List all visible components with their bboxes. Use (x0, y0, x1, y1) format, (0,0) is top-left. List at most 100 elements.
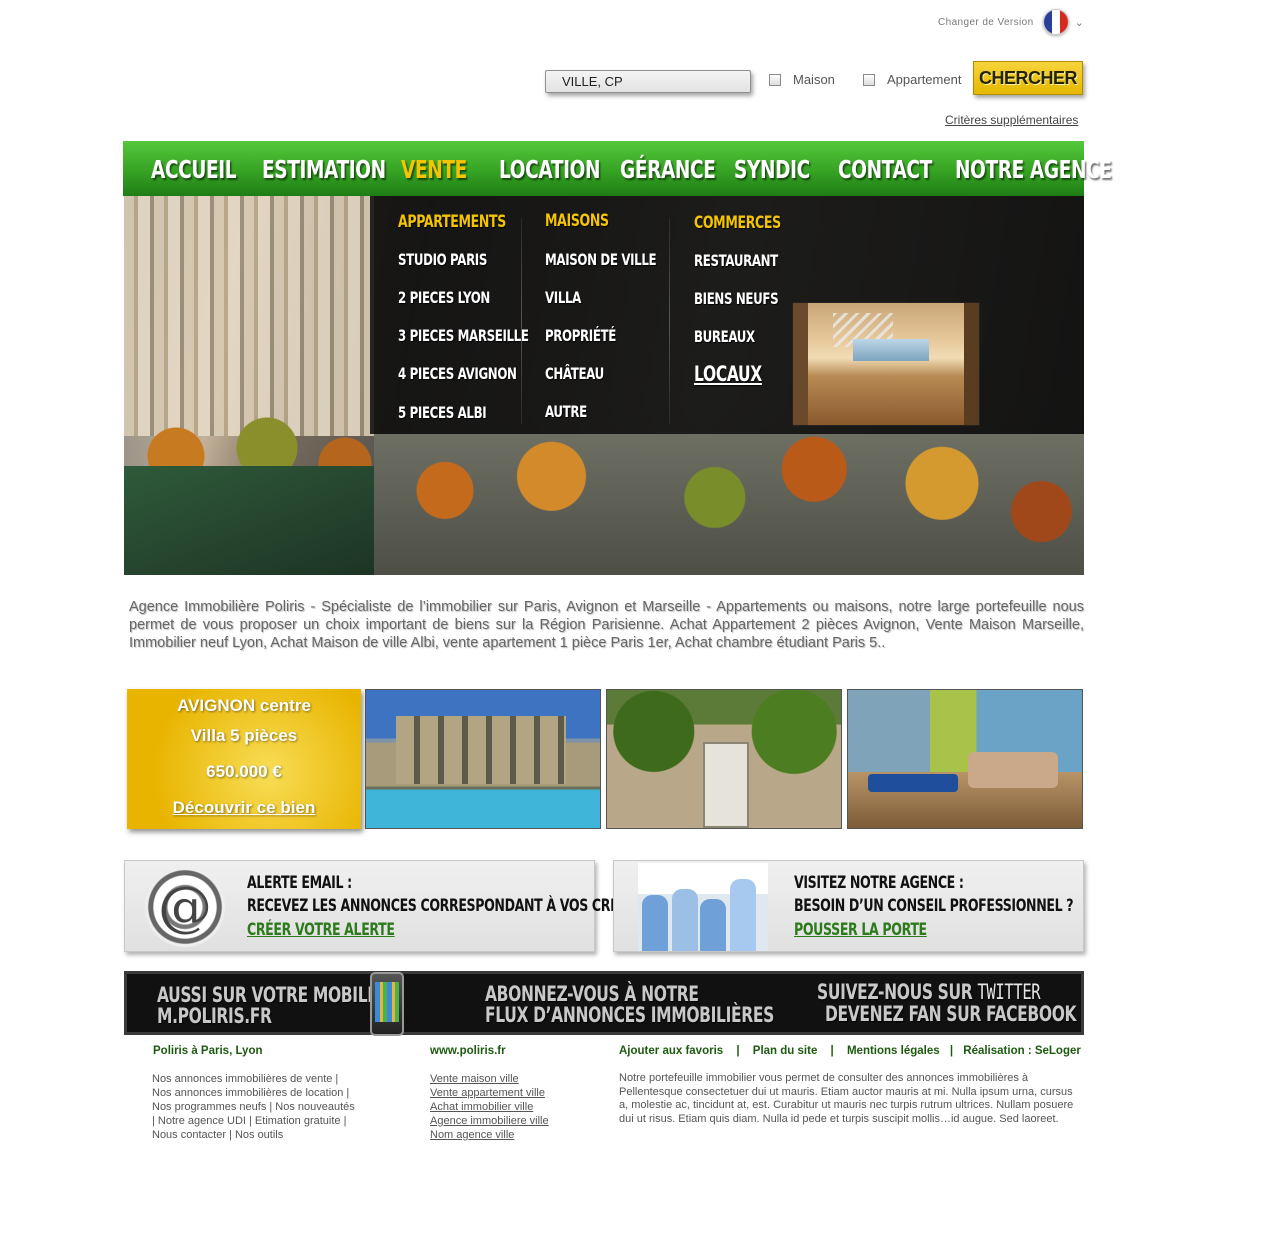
footer-separator: | (736, 1045, 740, 1057)
footer-col1: Nos annonces immobilières de vente | Nos… (152, 1072, 372, 1142)
footer-line[interactable]: Nous contacter | Nos outils (152, 1128, 372, 1142)
footer-line[interactable]: Nos annonces immobilières de vente | (152, 1072, 372, 1086)
credits-link[interactable]: Réalisation : SeLoger (963, 1045, 1081, 1057)
featured-listing-card[interactable]: AVIGNON centre Villa 5 pièces 650.000 € … (127, 689, 361, 829)
visit-agency-text: BESOIN D’UN CONSEIL PROFESSIONNEL ? (794, 896, 1074, 916)
footer-col1-heading: Poliris à Paris, Lyon (153, 1045, 263, 1057)
search-button[interactable]: CHERCHER (973, 61, 1083, 95)
legal-link[interactable]: Mentions légales (847, 1045, 940, 1057)
apartment-checkbox[interactable]: Appartement (863, 72, 961, 87)
megamenu-divider (521, 218, 522, 424)
nav-item-vente[interactable]: VENTE (401, 155, 467, 184)
nav-item-syndic[interactable]: SYNDIC (734, 155, 810, 184)
apartment-checkbox-box[interactable] (863, 73, 875, 86)
at-sign-icon: @ (145, 867, 225, 947)
facebook-line[interactable]: DEVENEZ FAN SUR FACEBOOK (825, 1002, 1077, 1026)
megamenu-link[interactable]: 2 PIECES LYON (398, 288, 490, 307)
listing-photo-villa-pool[interactable] (365, 689, 601, 829)
featured-type: Villa 5 pièces (190, 726, 298, 745)
footer-line[interactable]: Nos annonces immobilières de location | (152, 1086, 372, 1100)
france-flag-icon[interactable] (1042, 9, 1069, 35)
twitter-line[interactable]: SUIVEZ-NOUS SUR TWITTER (817, 980, 1041, 1004)
footer-line[interactable]: | Notre agence UDI | Etimation gratuite … (152, 1114, 372, 1128)
footer-col2: Vente maison ville Vente appartement vil… (430, 1072, 590, 1142)
location-search-input[interactable] (545, 70, 751, 93)
nav-item-gerance[interactable]: GÉRANCE (620, 155, 716, 184)
footer-link[interactable]: Vente maison ville (430, 1072, 590, 1086)
more-criteria-link[interactable]: Critères supplémentaires (945, 113, 1078, 127)
megamenu-link[interactable]: CHÂTEAU (545, 364, 604, 383)
add-favorites-link[interactable]: Ajouter aux favoris (619, 1045, 723, 1057)
featured-location: AVIGNON centre (177, 696, 311, 715)
megamenu-divider (669, 218, 670, 424)
page: Changer de Version ⌄ Maison Appartement … (0, 0, 1267, 1234)
footer-separator: | (830, 1045, 834, 1057)
version-switcher[interactable]: Changer de Version ⌄ (938, 9, 1084, 35)
footer-line[interactable]: Nos programmes neufs | Nos nouveautés (152, 1100, 372, 1114)
visit-agency-promo: VISITEZ NOTRE AGENCE : BESOIN D’UN CONSE… (613, 860, 1084, 952)
cottage-door (703, 742, 749, 828)
megamenu-link[interactable]: BIENS NEUFS (694, 289, 779, 308)
footer-description: Notre portefeuille immobilier vous perme… (619, 1072, 1074, 1125)
featured-cta-link[interactable]: Découvrir ce bien (127, 798, 361, 818)
nav-item-estimation[interactable]: ESTIMATION (262, 155, 386, 184)
hero-trees (374, 434, 1084, 575)
team-member (700, 899, 726, 951)
email-alert-title: ALERTE EMAIL : (247, 873, 352, 893)
phone-screen (375, 982, 399, 1022)
megamenu-link[interactable]: STUDIO PARIS (398, 250, 487, 269)
living-room-chaise (868, 774, 958, 792)
stone-house (396, 716, 566, 784)
featured-price: 650.000 € (206, 762, 282, 781)
megamenu-interior-image[interactable] (792, 302, 980, 426)
twitter-word: TWITTER (977, 980, 1041, 1004)
megamenu-link[interactable]: 4 PIECES AVIGNON (398, 364, 517, 383)
nav-item-notre-agence[interactable]: NOTRE AGENCE (955, 155, 1112, 184)
megamenu-link[interactable]: BUREAUX (694, 327, 755, 346)
smartphone-icon (370, 972, 404, 1036)
listing-photo-living-room[interactable] (847, 689, 1083, 829)
footer-separator: | (949, 1045, 954, 1057)
sitemap-link[interactable]: Plan du site (753, 1045, 818, 1057)
visit-agency-link[interactable]: POUSSER LA PORTE (794, 920, 927, 940)
megamenu-link[interactable]: PROPRIÉTÉ (545, 326, 616, 345)
version-label[interactable]: Changer de Version (938, 17, 1034, 28)
megamenu-heading-maisons[interactable]: MAISONS (545, 211, 609, 231)
mobile-url[interactable]: M.POLIRIS.FR (157, 1004, 272, 1028)
house-checkbox[interactable]: Maison (769, 72, 835, 87)
nav-item-accueil[interactable]: ACCUEIL (151, 155, 237, 184)
megamenu-link[interactable]: MAISON DE VILLE (545, 250, 657, 269)
megamenu-link[interactable]: AUTRE (545, 402, 587, 421)
nav-item-location[interactable]: LOCATION (499, 155, 600, 184)
megamenu-link[interactable]: VILLA (545, 288, 581, 307)
megamenu-link[interactable]: 5 PIECES ALBI (398, 403, 487, 422)
footer-link[interactable]: Vente appartement ville (430, 1086, 590, 1100)
chevron-down-icon[interactable]: ⌄ (1075, 16, 1085, 29)
house-checkbox-label: Maison (793, 72, 835, 87)
apartment-checkbox-label: Appartement (887, 72, 962, 87)
megamenu-link-active[interactable]: LOCAUX (694, 362, 762, 386)
footer-link[interactable]: Nom agence ville (430, 1128, 590, 1142)
nav-item-contact[interactable]: CONTACT (838, 155, 932, 184)
team-member (642, 895, 668, 951)
megamenu-heading-appartements[interactable]: APPARTEMENTS (398, 212, 506, 232)
hero-rooftops (124, 196, 374, 436)
house-checkbox-box[interactable] (769, 73, 781, 86)
listing-photo-stone-cottage[interactable] (606, 689, 842, 829)
megamenu-link[interactable]: RESTAURANT (694, 251, 778, 270)
create-alert-link[interactable]: CRÉER VOTRE ALERTE (247, 920, 395, 940)
email-alert-promo: @ ALERTE EMAIL : RECEVEZ LES ANNONCES CO… (124, 860, 657, 952)
footer-link[interactable]: Achat immobilier ville (430, 1100, 590, 1114)
visit-agency-title: VISITEZ NOTRE AGENCE : (794, 873, 964, 893)
feed-line2[interactable]: FLUX D’ANNONCES IMMOBILIÈRES (485, 1003, 774, 1027)
hero-river (124, 466, 384, 575)
megamenu-link[interactable]: 3 PIECES MARSEILLE (398, 326, 529, 345)
twitter-prefix: SUIVEZ-NOUS SUR (817, 980, 973, 1004)
megamenu-heading-commerces[interactable]: COMMERCES (694, 213, 781, 233)
mobile-social-banner: AUSSI SUR VOTRE MOBILE M.POLIRIS.FR ABON… (124, 971, 1084, 1036)
footer-link[interactable]: Agence immobiliere ville (430, 1114, 590, 1128)
sales-mega-menu: APPARTEMENTS STUDIO PARIS 2 PIECES LYON … (370, 196, 1084, 434)
team-member (672, 889, 698, 951)
footer-utility-links: Ajouter aux favoris | Plan du site | Men… (619, 1045, 1081, 1057)
footer-col2-heading[interactable]: www.poliris.fr (430, 1045, 506, 1057)
